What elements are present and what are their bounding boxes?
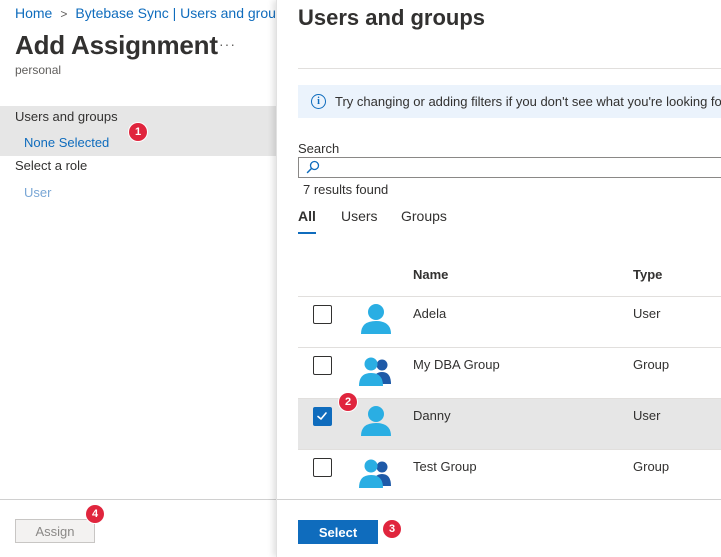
table-row-selected[interactable]: Danny User bbox=[298, 398, 721, 450]
row-type: User bbox=[633, 306, 661, 321]
info-message-bar: i Try changing or adding filters if you … bbox=[298, 85, 721, 118]
select-button[interactable]: Select bbox=[298, 520, 378, 544]
role-link[interactable]: User bbox=[24, 185, 51, 200]
page-title: Add Assignment bbox=[15, 30, 218, 60]
users-groups-link[interactable]: None Selected bbox=[24, 135, 109, 150]
tab-users[interactable]: Users bbox=[341, 208, 378, 224]
row-checkbox-checked[interactable] bbox=[313, 407, 332, 426]
annotation-badge-4: 4 bbox=[86, 505, 104, 523]
table-row[interactable]: Test Group Group bbox=[298, 449, 721, 501]
users-groups-blade: Users and groups i Try changing or addin… bbox=[276, 0, 721, 557]
user-icon bbox=[361, 304, 391, 334]
footer-divider bbox=[0, 499, 276, 500]
column-header-name[interactable]: Name bbox=[413, 267, 448, 282]
row-checkbox[interactable] bbox=[313, 356, 332, 375]
assign-button[interactable]: Assign bbox=[15, 519, 95, 543]
annotation-badge-1: 1 bbox=[129, 123, 147, 141]
tab-groups[interactable]: Groups bbox=[401, 208, 447, 224]
row-type: Group bbox=[633, 459, 670, 474]
breadcrumb: Home > Bytebase Sync | Users and groups bbox=[15, 5, 291, 21]
row-name: My DBA Group bbox=[413, 357, 500, 372]
active-tab-indicator bbox=[298, 232, 316, 234]
tab-all[interactable]: All bbox=[298, 208, 316, 224]
group-icon bbox=[359, 357, 391, 386]
row-type: Group bbox=[633, 357, 670, 372]
checkmark-icon bbox=[317, 412, 327, 420]
table-row[interactable]: My DBA Group Group bbox=[298, 347, 721, 399]
row-type: User bbox=[633, 408, 661, 423]
search-input[interactable] bbox=[298, 157, 721, 178]
annotation-badge-2: 2 bbox=[339, 393, 357, 411]
page-subtitle: personal bbox=[15, 63, 62, 77]
search-label: Search bbox=[298, 141, 340, 156]
table-row[interactable]: Adela User bbox=[298, 296, 721, 348]
row-name: Adela bbox=[413, 306, 447, 321]
breadcrumb-home-link[interactable]: Home bbox=[15, 5, 52, 21]
user-icon bbox=[361, 406, 391, 436]
blade-title: Users and groups bbox=[298, 5, 486, 30]
add-assignment-pane: Home > Bytebase Sync | Users and groups Ad… bbox=[0, 0, 291, 557]
more-options-icon[interactable]: ··· bbox=[219, 36, 236, 52]
group-icon bbox=[359, 459, 391, 488]
blade-divider bbox=[298, 68, 721, 69]
row-name: Test Group bbox=[413, 459, 477, 474]
breadcrumb-separator: > bbox=[60, 7, 68, 21]
results-count: 7 results found bbox=[303, 182, 389, 197]
row-checkbox[interactable] bbox=[313, 305, 332, 324]
breadcrumb-app-link[interactable]: Bytebase Sync | Users and groups bbox=[75, 5, 290, 21]
search-icon bbox=[306, 160, 320, 174]
info-message-text: Try changing or adding filters if you do… bbox=[335, 94, 721, 109]
column-header-type[interactable]: Type bbox=[633, 267, 662, 282]
info-icon: i bbox=[311, 94, 326, 109]
users-groups-label: Users and groups bbox=[15, 109, 118, 124]
select-role-label: Select a role bbox=[15, 158, 88, 173]
annotation-badge-3: 3 bbox=[383, 520, 401, 538]
blade-footer-divider bbox=[277, 499, 721, 500]
row-checkbox[interactable] bbox=[313, 458, 332, 477]
row-name: Danny bbox=[413, 408, 451, 423]
